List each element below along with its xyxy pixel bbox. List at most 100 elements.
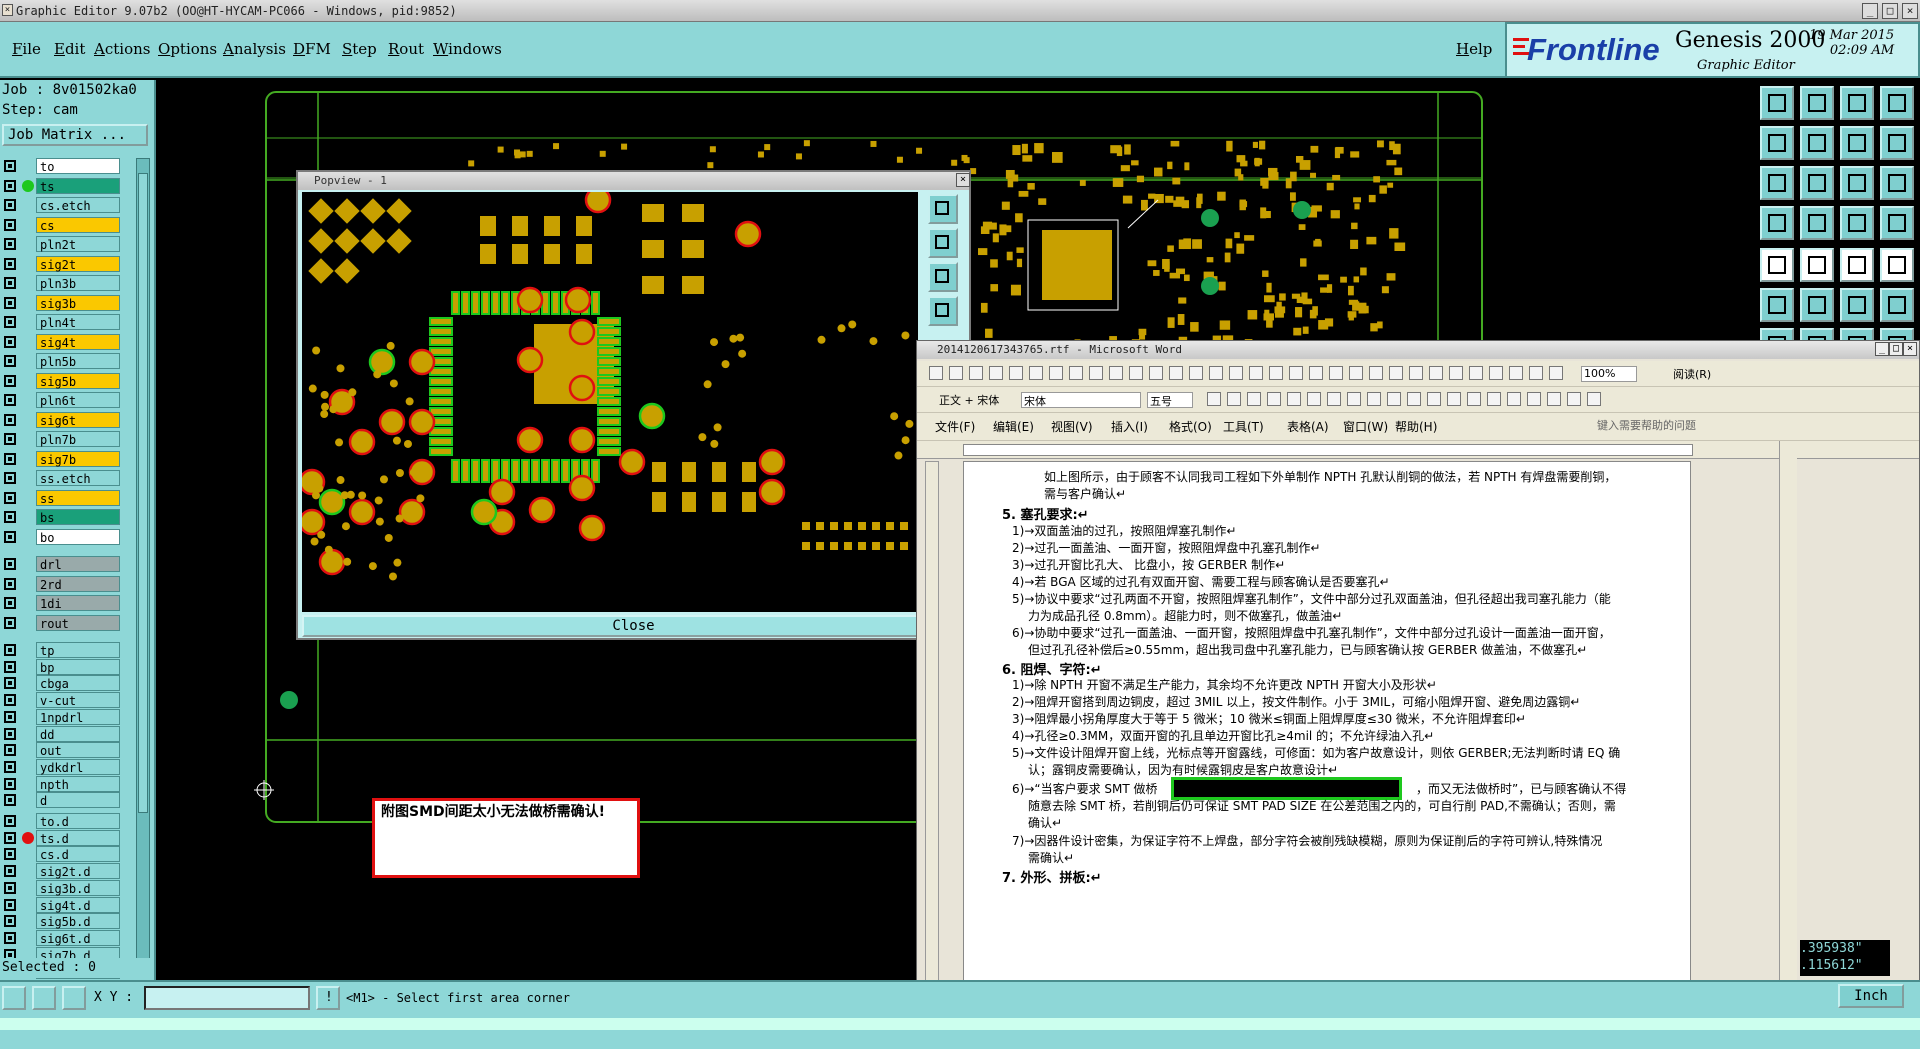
tool-button[interactable] [1880,248,1914,282]
toolbar-icon[interactable] [1469,366,1483,380]
tool-button[interactable] [1800,248,1834,282]
layer-checkbox[interactable] [4,744,16,757]
layer-row[interactable]: pln3b [0,275,136,291]
toolbar-icon[interactable] [1369,366,1383,380]
toolbar-icon[interactable] [1567,392,1581,406]
toolbar-icon[interactable] [1267,392,1281,406]
word-close-button[interactable]: × [1903,342,1917,356]
toolbar-icon[interactable] [1387,392,1401,406]
layer-checkbox[interactable] [4,355,16,367]
layer-row[interactable]: pln5b [0,353,136,369]
tool-button[interactable] [1840,86,1874,120]
toolbar-icon[interactable] [1489,366,1503,380]
toolbar-icon[interactable] [1309,366,1323,380]
word-scrollbar[interactable] [1779,441,1797,1001]
layer-checkbox[interactable] [4,865,16,878]
toolbar-icon[interactable] [1289,366,1303,380]
toolbar-icon[interactable] [1207,392,1221,406]
layer-checkbox[interactable] [4,238,16,250]
layer-checkbox[interactable] [4,660,16,673]
layer-row[interactable]: to.d [0,813,136,829]
layer-row[interactable]: sig5b.d [0,913,136,930]
tool-button[interactable] [1760,248,1794,282]
layer-scrollbar[interactable] [136,158,150,968]
layer-checkbox[interactable] [4,472,16,484]
layer-row[interactable]: npth [0,775,136,792]
layer-row[interactable]: pln7b [0,431,136,447]
toolbar-icon[interactable] [1527,392,1541,406]
toolbar-icon[interactable] [929,366,943,380]
toolbar-icon[interactable] [1409,366,1423,380]
popview-pan-button[interactable] [928,262,958,292]
toolbar-icon[interactable] [1169,366,1183,380]
layer-checkbox[interactable] [4,218,16,231]
tool-button[interactable] [1880,206,1914,240]
toolbar-icon[interactable] [1287,392,1301,406]
layer-row[interactable]: cs.etch [0,197,136,213]
layer-row[interactable]: 1npdrl [0,708,136,725]
toolbar-icon[interactable] [1329,366,1343,380]
tool-button[interactable] [1760,86,1794,120]
layer-checkbox[interactable] [4,296,16,309]
menu-edit[interactable]: Edit [54,40,85,58]
toolbar-icon[interactable] [1349,366,1363,380]
tool-button[interactable] [1800,206,1834,240]
layer-checkbox[interactable] [4,597,16,609]
close-window-button[interactable]: × [1902,3,1918,19]
layer-row[interactable]: dd [0,725,136,742]
toolbar-icon[interactable] [1227,392,1241,406]
layer-row[interactable]: d [0,792,136,809]
menu-file[interactable]: File [12,40,41,58]
layer-row[interactable]: sig6t.d [0,929,136,946]
toolbar-icon[interactable] [1549,366,1563,380]
zoom-select[interactable]: 100% [1581,366,1637,382]
tool-button[interactable] [1760,206,1794,240]
layer-checkbox[interactable] [4,831,16,844]
layer-checkbox[interactable] [4,452,16,465]
toolbar-icon[interactable] [1149,366,1163,380]
tool-button[interactable] [1880,86,1914,120]
layer-row[interactable]: ts.d [0,829,136,846]
toolbar-icon[interactable] [1449,366,1463,380]
layer-checkbox[interactable] [4,257,16,270]
minimize-button[interactable]: _ [1862,3,1878,19]
menu-options[interactable]: Options [158,40,217,58]
toolbar-icon[interactable] [1109,366,1123,380]
word-minimize-button[interactable]: _ [1875,342,1889,356]
toolbar-icon[interactable] [1249,366,1263,380]
layer-checkbox[interactable] [4,491,16,504]
toolbar-icon[interactable] [1209,366,1223,380]
toolbar-icon[interactable] [1029,366,1043,380]
maximize-button[interactable]: □ [1882,3,1898,19]
menu-rout[interactable]: Rout [388,40,424,58]
word-maximize-button[interactable]: □ [1889,342,1903,356]
layer-scrollbar-thumb[interactable] [138,173,148,813]
popview-close-icon[interactable]: × [956,173,970,187]
layer-checkbox[interactable] [4,160,16,172]
toolbar-icon[interactable] [1407,392,1421,406]
toolbar-icon[interactable] [1429,366,1443,380]
tool-button[interactable] [1800,86,1834,120]
toolbar-icon[interactable] [1307,392,1321,406]
layer-row[interactable]: sig4t [0,333,136,350]
layer-checkbox[interactable] [4,644,16,656]
layer-checkbox[interactable] [4,179,16,192]
units-button[interactable]: Inch [1838,984,1904,1008]
tool-button[interactable] [1760,166,1794,200]
tool-button[interactable] [1760,126,1794,160]
menu-dfm[interactable]: DFM [293,40,331,58]
toolbar-icon[interactable] [1009,366,1023,380]
measure-tool-button[interactable] [32,986,56,1010]
read-mode-button[interactable]: 阅读(R) [1673,366,1711,382]
word-menu-item[interactable]: 插入(I) [1111,418,1148,435]
layer-checkbox[interactable] [4,413,16,426]
word-menu-item[interactable]: 工具(T) [1223,418,1264,435]
tool-button[interactable] [1880,126,1914,160]
layer-row[interactable]: sig7b [0,450,136,467]
layer-row[interactable]: sig2t.d [0,863,136,880]
toolbar-icon[interactable] [989,366,1003,380]
layer-checkbox[interactable] [4,848,16,861]
toolbar-icon[interactable] [1587,392,1601,406]
toolbar-icon[interactable] [969,366,983,380]
grid-tool-button[interactable] [62,986,86,1010]
